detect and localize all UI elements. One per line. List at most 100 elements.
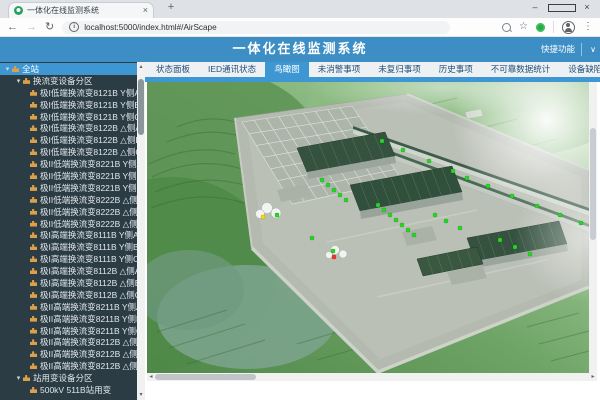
tree-device[interactable]: 极I低端换流变8122B △侧A相: [0, 122, 137, 134]
status-marker-normal[interactable]: [400, 223, 404, 227]
status-marker-normal[interactable]: [320, 178, 324, 182]
status-marker-normal[interactable]: [528, 252, 532, 256]
tree-device[interactable]: 极I高端换流变8112B △侧C相: [0, 289, 137, 301]
status-marker-normal[interactable]: [332, 188, 336, 192]
tree-device[interactable]: 极I低端换流变8122B △侧C相: [0, 146, 137, 158]
status-marker-normal[interactable]: [376, 203, 380, 207]
status-marker-normal[interactable]: [394, 218, 398, 222]
scene-vscroll-thumb[interactable]: [590, 128, 596, 240]
quick-functions-button[interactable]: 快捷功能: [541, 37, 575, 62]
tree-device[interactable]: 极II低端换流变8221B Y侧B相: [0, 170, 137, 182]
status-marker-normal[interactable]: [275, 213, 279, 217]
status-marker-normal[interactable]: [406, 228, 410, 232]
tree-device[interactable]: 极I高端换流变8112B △侧B相: [0, 277, 137, 289]
tree-expand-icon[interactable]: ▾: [3, 65, 12, 73]
scroll-up-icon[interactable]: ▴: [137, 63, 145, 71]
zoom-page-icon[interactable]: [502, 23, 511, 32]
page-info-icon[interactable]: [69, 22, 79, 32]
browser-tab[interactable]: 一体化在线监测系统 ×: [8, 2, 154, 18]
browser-menu-icon[interactable]: ⋮: [583, 22, 593, 32]
profile-avatar-icon[interactable]: [562, 21, 575, 34]
tree-device[interactable]: 极I低端换流变8121B Y侧B相: [0, 99, 137, 111]
new-tab-button[interactable]: +: [163, 1, 179, 13]
status-marker-normal[interactable]: [465, 176, 469, 180]
status-marker-normal[interactable]: [579, 221, 583, 225]
scroll-left-icon[interactable]: ◂: [147, 373, 155, 381]
status-marker-normal[interactable]: [331, 249, 335, 253]
bookmark-star-icon[interactable]: ☆: [519, 22, 528, 32]
tab-不可靠数据统计[interactable]: 不可靠数据统计: [482, 62, 560, 77]
tree-device[interactable]: 极I低端换流变8121B Y侧A相: [0, 87, 137, 99]
chevron-down-icon[interactable]: ∨: [590, 37, 596, 62]
tree-device[interactable]: 500kV 511B站用变: [0, 384, 137, 396]
status-marker-normal[interactable]: [382, 208, 386, 212]
tree-device[interactable]: 极II低端换流变8222B △侧B相: [0, 206, 137, 218]
status-marker-normal[interactable]: [451, 169, 455, 173]
window-maximize-button[interactable]: [548, 0, 574, 16]
tree-device[interactable]: 极II高端换流变8212B △侧B相: [0, 348, 137, 360]
forward-icon[interactable]: →: [26, 22, 37, 33]
url-text[interactable]: localhost:5000/index.html#/AirScape: [84, 23, 216, 32]
tab-未消警事项[interactable]: 未消警事项: [309, 62, 370, 77]
tab-设备缺陷[interactable]: 设备缺陷: [559, 62, 600, 77]
tree-device[interactable]: 极II高端换流变8212B △侧C相: [0, 360, 137, 372]
tree-device[interactable]: 极II高端换流变8211B Y侧A相: [0, 301, 137, 313]
airscape-scene[interactable]: [147, 82, 589, 373]
tree-group[interactable]: ▾换流变设备分区: [0, 75, 137, 87]
tree-device[interactable]: 极I高端换流变8111B Y侧C相: [0, 253, 137, 265]
tab-历史事项[interactable]: 历史事项: [430, 62, 482, 77]
tree-device[interactable]: 极II低端换流变8221B Y侧A相: [0, 158, 137, 170]
tab-IED通讯状态[interactable]: IED通讯状态: [199, 62, 265, 77]
refresh-icon[interactable]: ↻: [45, 22, 54, 33]
status-marker-normal[interactable]: [498, 238, 502, 242]
tree-device[interactable]: 极II低端换流变8222B △侧A相: [0, 194, 137, 206]
tree-device[interactable]: 极II高端换流变8212B △侧A相: [0, 336, 137, 348]
tree-group[interactable]: ▾站用变设备分区: [0, 372, 137, 384]
status-marker-normal[interactable]: [433, 213, 437, 217]
status-marker-normal[interactable]: [427, 159, 431, 163]
status-marker-normal[interactable]: [510, 194, 514, 198]
tree-expand-icon[interactable]: ▾: [14, 77, 23, 85]
tree-device[interactable]: 极II高端换流变8211B Y侧C相: [0, 325, 137, 337]
tree-device[interactable]: 极II低端换流变8222B △侧C相: [0, 218, 137, 230]
status-marker-alarm[interactable]: [332, 255, 336, 259]
scene-hscroll-thumb[interactable]: [155, 374, 256, 380]
tree-expand-icon[interactable]: ▾: [14, 374, 23, 382]
tab-未复归事项[interactable]: 未复归事项: [369, 62, 430, 77]
tree-device[interactable]: 极I低端换流变8121B Y侧C相: [0, 111, 137, 123]
status-marker-normal[interactable]: [558, 213, 562, 217]
sidebar-scroll-thumb[interactable]: [138, 79, 144, 135]
status-marker-normal[interactable]: [458, 226, 462, 230]
tree-root-station[interactable]: ▾全站: [0, 63, 137, 75]
status-marker-normal[interactable]: [326, 183, 330, 187]
tree-device[interactable]: 极II低端换流变8221B Y侧C相: [0, 182, 137, 194]
status-marker-normal[interactable]: [388, 213, 392, 217]
status-marker-normal[interactable]: [486, 184, 490, 188]
tree-device[interactable]: 极I高端换流变8111B Y侧B相: [0, 241, 137, 253]
status-marker-normal[interactable]: [344, 198, 348, 202]
status-marker-normal[interactable]: [513, 245, 517, 249]
tree-device[interactable]: 极I高端换流变8111B Y侧A相: [0, 229, 137, 241]
scroll-down-icon[interactable]: ▾: [137, 391, 145, 399]
status-marker-normal[interactable]: [412, 233, 416, 237]
window-minimize-button[interactable]: –: [522, 0, 548, 16]
status-marker-normal[interactable]: [380, 139, 384, 143]
status-marker-normal[interactable]: [401, 148, 405, 152]
back-icon[interactable]: ←: [7, 22, 18, 33]
status-marker-normal[interactable]: [338, 193, 342, 197]
tree-device[interactable]: 极I高端换流变8112B △侧A相: [0, 265, 137, 277]
window-close-button[interactable]: ×: [574, 0, 600, 16]
scene-horizontal-scrollbar[interactable]: ◂ ▸: [147, 373, 597, 381]
scene-vertical-scrollbar[interactable]: [589, 82, 597, 373]
tab-close-icon[interactable]: ×: [143, 6, 148, 15]
sidebar-scrollbar[interactable]: ▴ ▾: [137, 62, 145, 400]
address-bar[interactable]: localhost:5000/index.html#/AirScape: [62, 21, 450, 34]
status-marker-normal[interactable]: [444, 219, 448, 223]
status-marker-normal[interactable]: [310, 236, 314, 240]
tree-device[interactable]: 极I低端换流变8122B △侧B相: [0, 134, 137, 146]
status-marker-warning[interactable]: [261, 215, 265, 219]
tab-鸟瞰图[interactable]: 鸟瞰图: [265, 62, 309, 77]
tree-device[interactable]: 极II高端换流变8211B Y侧B相: [0, 313, 137, 325]
extension-icon[interactable]: [536, 23, 545, 32]
tab-状态面板[interactable]: 状态面板: [147, 62, 199, 77]
